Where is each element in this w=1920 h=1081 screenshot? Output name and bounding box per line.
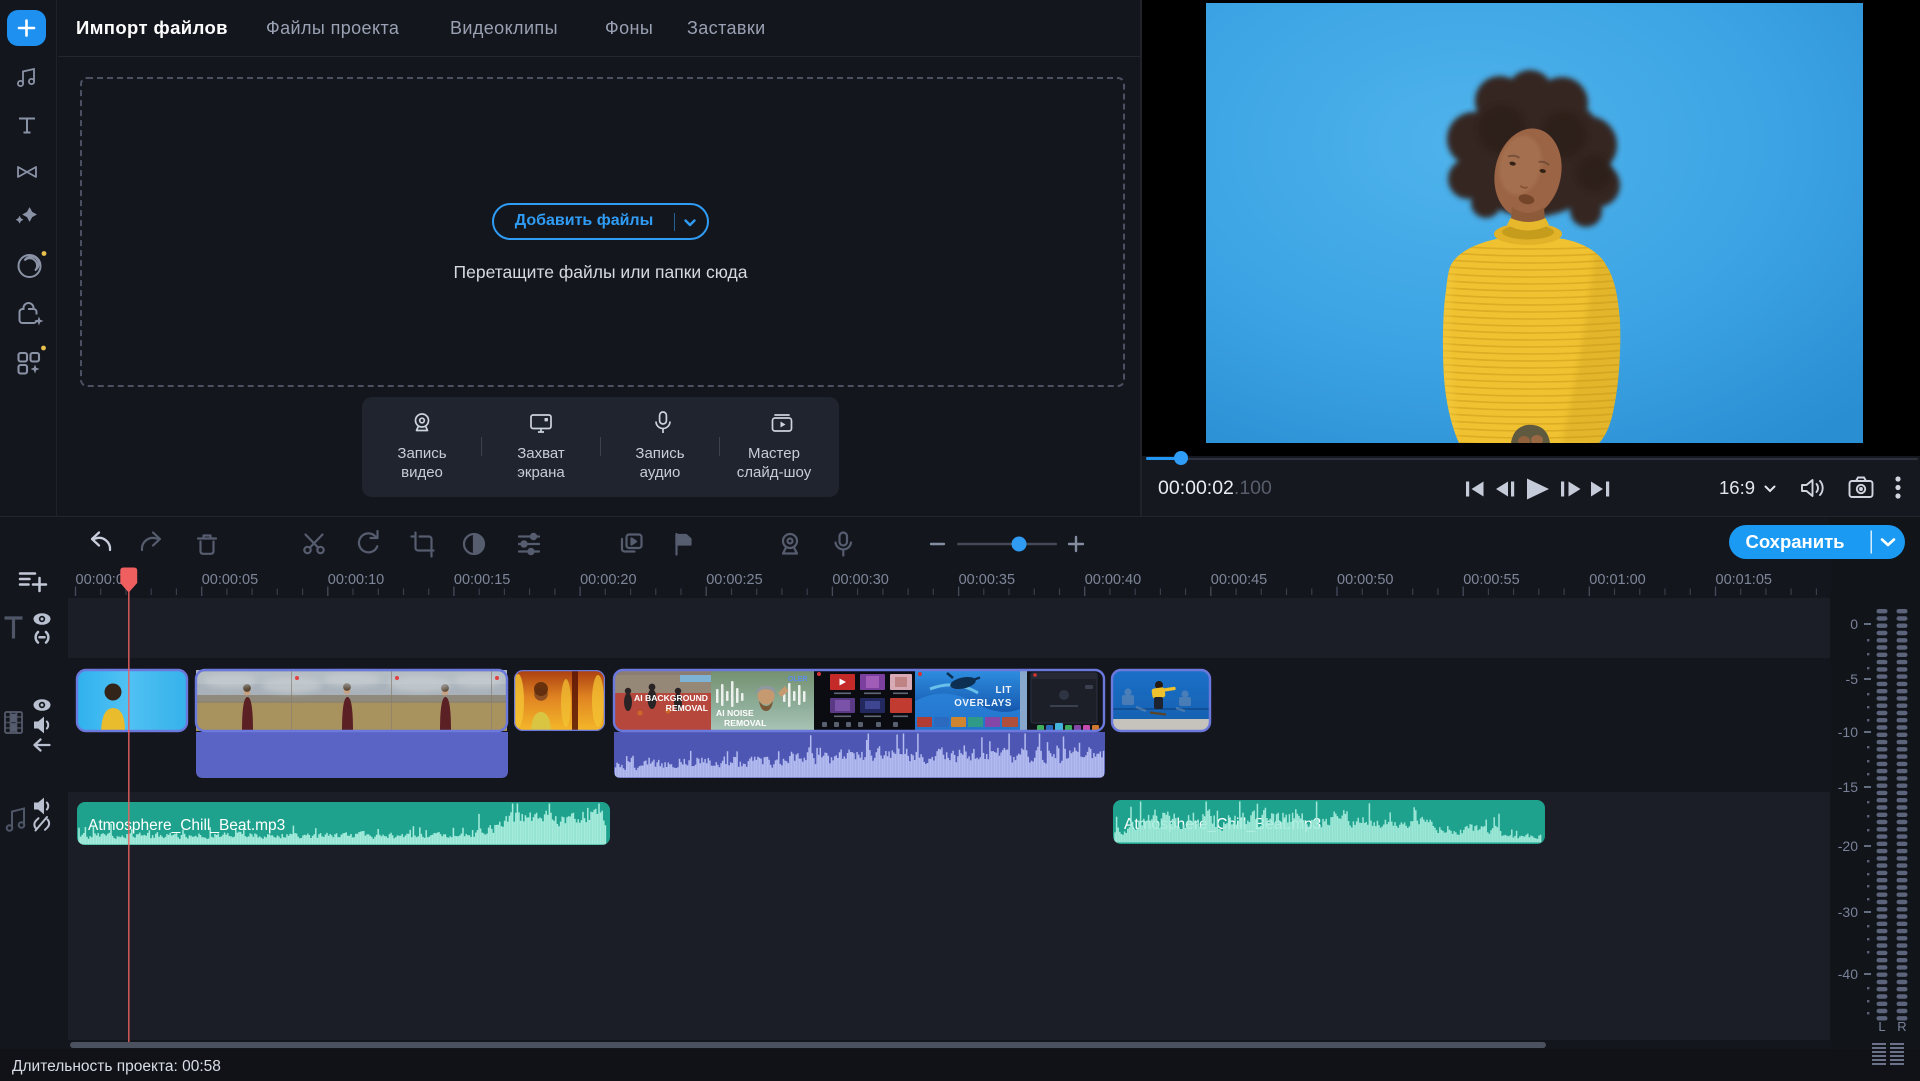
svg-text:Atmosphere_Chill_Beat.mp3: Atmosphere_Chill_Beat.mp3	[88, 817, 285, 834]
svg-text:00:00:40: 00:00:40	[1085, 572, 1141, 588]
svg-text:00:00:45: 00:00:45	[1211, 572, 1267, 588]
svg-text:REMOVAL: REMOVAL	[666, 703, 708, 713]
svg-text:0: 0	[1850, 616, 1858, 632]
svg-text:00:00:55: 00:00:55	[1463, 572, 1519, 588]
svg-text:00:01:05: 00:01:05	[1716, 572, 1772, 588]
svg-text:Сохранить: Сохранить	[1745, 531, 1844, 552]
svg-text:-15: -15	[1838, 779, 1858, 795]
svg-text:OVERLAYS: OVERLAYS	[954, 698, 1012, 709]
svg-text:-10: -10	[1838, 724, 1858, 740]
svg-text:AI NOISE: AI NOISE	[716, 708, 754, 718]
svg-text:AI BACKGROUND: AI BACKGROUND	[634, 693, 708, 703]
svg-text:OLER: OLER	[788, 676, 807, 683]
svg-text:00:00:10: 00:00:10	[328, 572, 384, 588]
svg-text:-40: -40	[1838, 966, 1858, 982]
svg-text:L: L	[1878, 1019, 1885, 1034]
svg-text:00:00:50: 00:00:50	[1337, 572, 1393, 588]
svg-text:-20: -20	[1838, 838, 1858, 854]
svg-text:-5: -5	[1846, 671, 1859, 687]
svg-text:00:00:25: 00:00:25	[706, 572, 762, 588]
svg-text:00:00:20: 00:00:20	[580, 572, 636, 588]
svg-text:00:00:05: 00:00:05	[202, 572, 258, 588]
svg-text:00:00:35: 00:00:35	[959, 572, 1015, 588]
svg-text:-30: -30	[1838, 904, 1858, 920]
svg-text:00:00:15: 00:00:15	[454, 572, 510, 588]
svg-text:R: R	[1897, 1019, 1906, 1034]
svg-text:00:01:00: 00:01:00	[1589, 572, 1645, 588]
svg-text:REMOVAL: REMOVAL	[724, 718, 766, 728]
svg-text:00:00:30: 00:00:30	[832, 572, 888, 588]
svg-text:LIT: LIT	[996, 685, 1013, 696]
svg-text:Длительность проекта: 00:58: Длительность проекта: 00:58	[12, 1058, 221, 1075]
